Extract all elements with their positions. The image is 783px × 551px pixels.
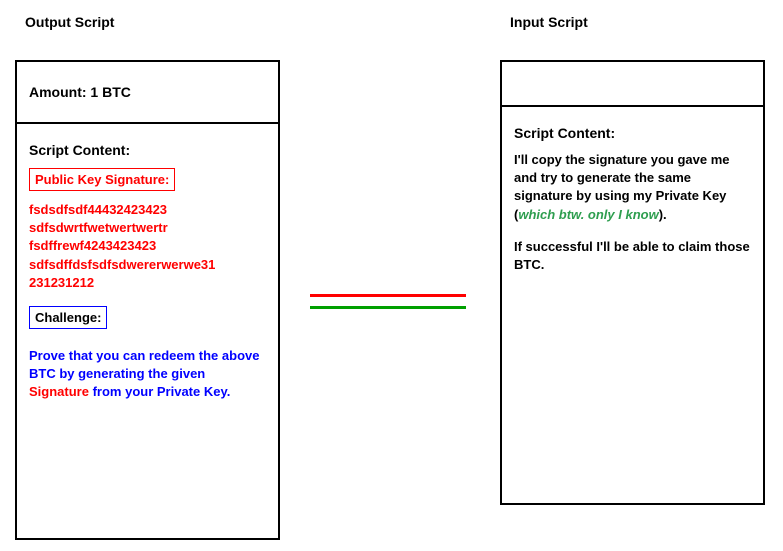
sig-line: fsdffrewf4243423423 bbox=[29, 238, 156, 253]
connector-line-green bbox=[310, 306, 466, 309]
sig-line: fsdsdfsdf44432423423 bbox=[29, 202, 167, 217]
signature-text: fsdsdfsdf44432423423 sdfsdwrtfwetwertwer… bbox=[29, 201, 266, 292]
sig-line: sdfsdffdsfsdfsdwererwerwe31 bbox=[29, 257, 215, 272]
sig-line: sdfsdwrtfwetwertwertr bbox=[29, 220, 168, 235]
challenge-text: Prove that you can redeem the above BTC … bbox=[29, 347, 266, 402]
input-panel-header bbox=[502, 62, 763, 107]
connector-line-red bbox=[310, 294, 466, 297]
output-script-content-label: Script Content: bbox=[29, 142, 266, 158]
pubkey-signature-label: Public Key Signature: bbox=[29, 168, 175, 191]
challenge-post: from your Private Key. bbox=[93, 384, 231, 399]
p1-italic: which btw. only I know bbox=[518, 207, 658, 222]
p1-post: ). bbox=[659, 207, 667, 222]
output-script-panel: Amount: 1 BTC Script Content: Public Key… bbox=[15, 60, 280, 540]
input-paragraph-2: If successful I'll be able to claim thos… bbox=[514, 238, 751, 274]
output-panel-header: Amount: 1 BTC bbox=[17, 62, 278, 124]
input-paragraph-1: I'll copy the signature you gave me and … bbox=[514, 151, 751, 224]
sig-line: 231231212 bbox=[29, 275, 94, 290]
input-panel-body: Script Content: I'll copy the signature … bbox=[502, 107, 763, 286]
output-panel-body: Script Content: Public Key Signature: fs… bbox=[17, 124, 278, 414]
input-script-title: Input Script bbox=[510, 14, 588, 30]
input-script-panel: Script Content: I'll copy the signature … bbox=[500, 60, 765, 505]
output-script-title: Output Script bbox=[25, 14, 114, 30]
amount-label: Amount: 1 BTC bbox=[29, 84, 131, 100]
challenge-signature-word: Signature bbox=[29, 384, 89, 399]
challenge-pre: Prove that you can redeem the above BTC … bbox=[29, 348, 259, 381]
challenge-label: Challenge: bbox=[29, 306, 107, 329]
input-script-content-label: Script Content: bbox=[514, 125, 751, 141]
